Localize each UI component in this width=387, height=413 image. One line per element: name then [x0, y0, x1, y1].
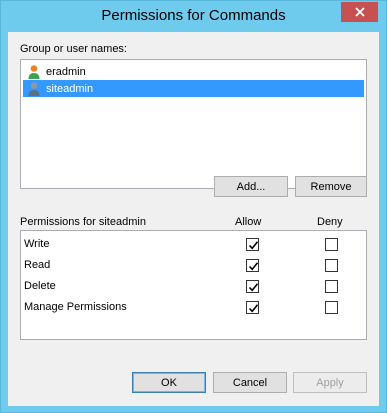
permissions-label: Permissions for siteadmin	[20, 216, 146, 228]
add-button[interactable]: Add...	[214, 176, 288, 197]
deny-checkbox-delete[interactable]	[325, 280, 338, 293]
ok-button[interactable]: OK	[132, 372, 206, 393]
list-item-eradmin[interactable]: eradmin	[23, 63, 364, 80]
allow-checkbox-write[interactable]	[246, 238, 259, 251]
window-title: Permissions for Commands	[101, 7, 286, 24]
close-button[interactable]	[341, 2, 378, 22]
user-name: siteadmin	[46, 82, 94, 95]
title-bar[interactable]: Permissions for Commands	[1, 1, 386, 32]
list-item-siteadmin[interactable]: siteadmin	[23, 80, 364, 97]
dialog-window: Permissions for Commands Group or user n…	[0, 0, 387, 413]
permissions-list: Write Read Delete Manage Permissions	[20, 230, 367, 340]
allow-checkbox-read[interactable]	[246, 259, 259, 272]
permission-name: Write	[24, 238, 50, 250]
permission-row: Write	[21, 234, 366, 255]
user-name: eradmin	[46, 65, 86, 78]
allow-checkbox-delete[interactable]	[246, 280, 259, 293]
users-label: Group or user names:	[20, 43, 127, 55]
user-icon	[26, 81, 42, 97]
cancel-button[interactable]: Cancel	[213, 372, 287, 393]
apply-button[interactable]: Apply	[293, 372, 367, 393]
user-list[interactable]: eradmin siteadmin	[20, 59, 367, 189]
permission-name: Delete	[24, 280, 56, 292]
remove-button[interactable]: Remove	[295, 176, 367, 197]
allow-checkbox-manage-permissions[interactable]	[246, 301, 259, 314]
deny-checkbox-read[interactable]	[325, 259, 338, 272]
deny-header: Deny	[317, 216, 343, 228]
dialog-body: Group or user names: eradmin siteadmin A…	[8, 32, 379, 406]
deny-checkbox-write[interactable]	[325, 238, 338, 251]
allow-header: Allow	[235, 216, 262, 228]
deny-checkbox-manage-permissions[interactable]	[325, 301, 338, 314]
permission-row: Read	[21, 255, 366, 276]
user-icon	[26, 64, 42, 80]
permission-name: Manage Permissions	[24, 301, 127, 313]
permission-name: Read	[24, 259, 51, 271]
permission-row: Manage Permissions	[21, 297, 366, 318]
close-icon	[354, 7, 365, 17]
permission-row: Delete	[21, 276, 366, 297]
